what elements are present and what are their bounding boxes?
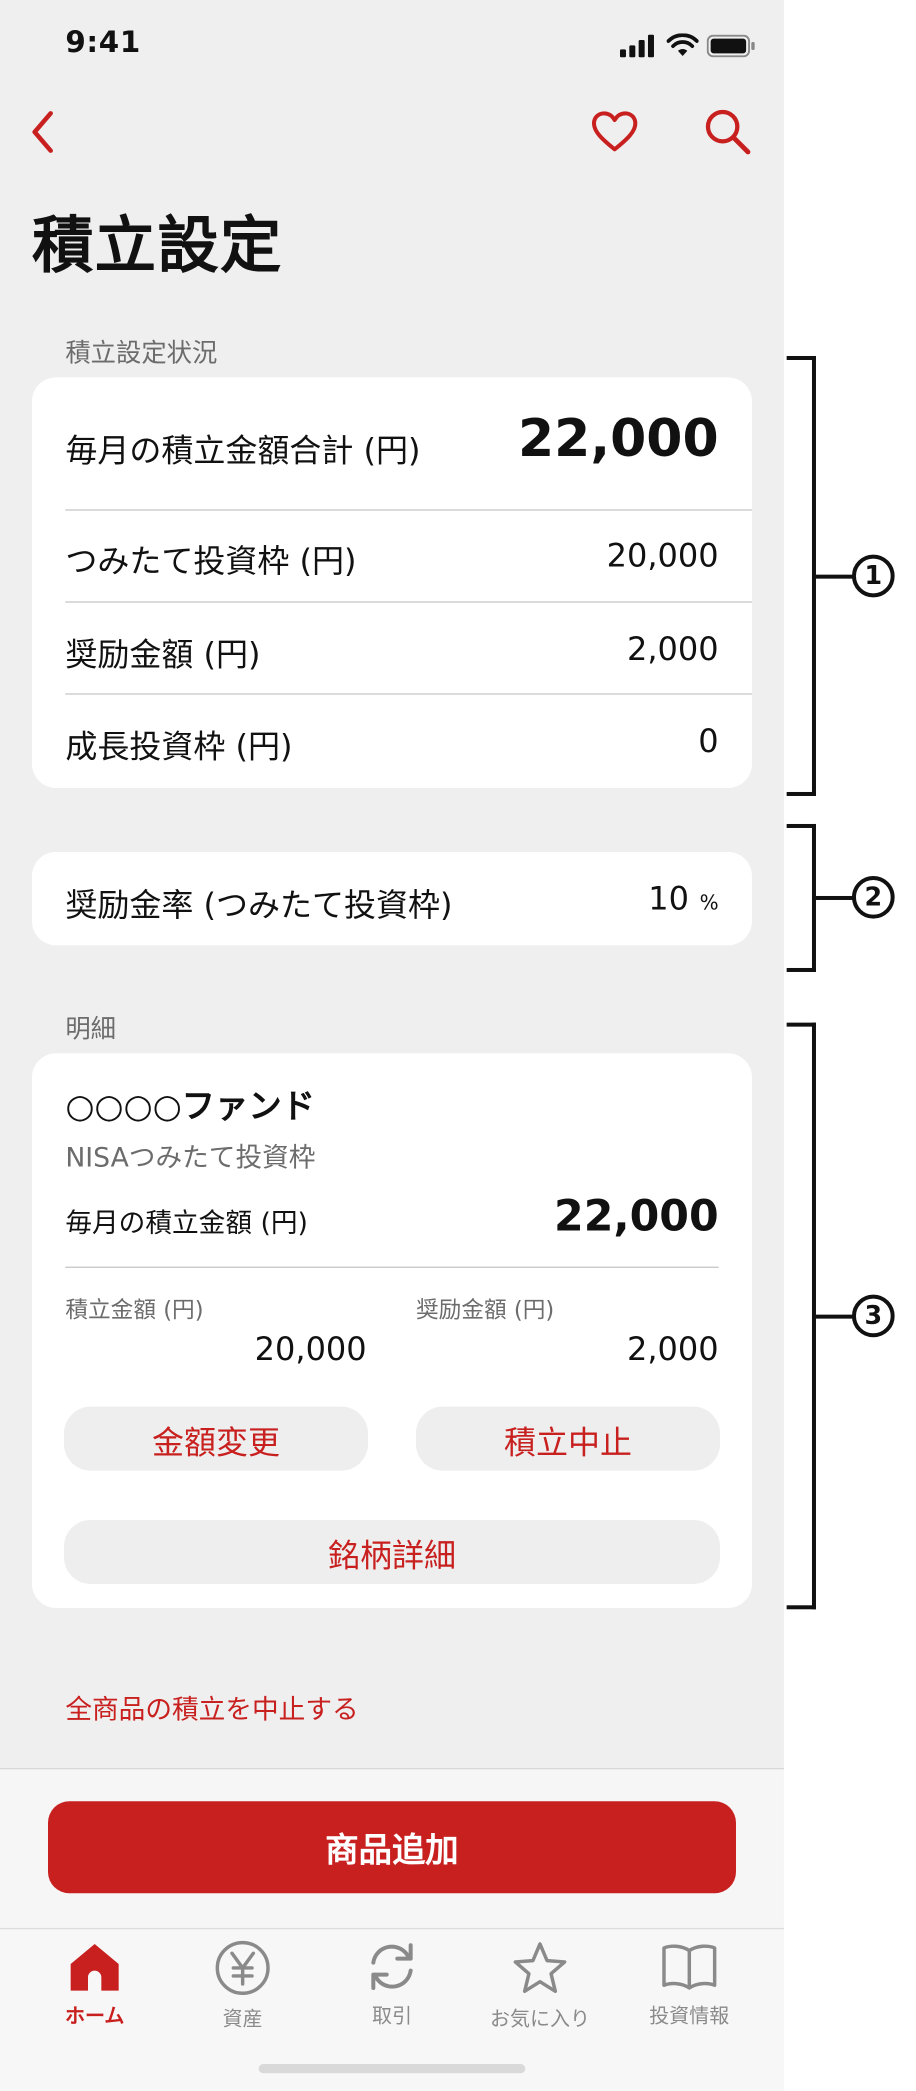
chevron-left-icon <box>32 111 53 153</box>
add-product-button[interactable]: 商品追加 <box>47 1801 736 1894</box>
tab-label: ホーム <box>64 2003 125 2028</box>
summary-row-label: つみたて投資枠 (円) <box>65 542 357 580</box>
search-icon <box>705 109 751 155</box>
incentive-rate: 10 % <box>648 880 718 917</box>
tab-trade[interactable]: 取引 <box>313 1940 470 2029</box>
summary-card: 毎月の積立金額合計 (円) 22,000 つみたて投資枠 (円) 20,000 … <box>31 377 752 788</box>
fund-card: ○○○○ファンド NISAつみたて投資枠 毎月の積立金額 (円) 22,000 … <box>31 1053 752 1608</box>
monthly-amount-value: 22,000 <box>554 1190 719 1242</box>
home-icon <box>70 1943 119 1991</box>
incentive-rate-label: 奨励金率 (つみたて投資枠) <box>65 886 453 924</box>
summary-row-label: 成長投資枠 (円) <box>65 727 293 766</box>
incentive-rate-unit: % <box>699 890 719 915</box>
search-button[interactable] <box>699 103 758 162</box>
tab-favorites[interactable]: お気に入り <box>461 1940 618 2032</box>
home-indicator <box>258 2063 526 2074</box>
tab-investment-info[interactable]: 投資情報 <box>611 1940 768 2029</box>
growth-value: 0 <box>698 722 719 760</box>
accumulation-amount-value: 20,000 <box>254 1330 367 1368</box>
stop-accumulation-button[interactable]: 積立中止 <box>415 1406 720 1471</box>
fund-name: ○○○○ファンド <box>65 1086 316 1126</box>
fund-type: NISAつみたて投資枠 <box>65 1141 316 1174</box>
tab-label: 投資情報 <box>649 2003 730 2028</box>
bracket-line <box>786 791 816 796</box>
incentive-rate-value: 10 <box>648 879 689 918</box>
incentive-value: 2,000 <box>627 630 719 668</box>
tab-label: 取引 <box>371 2003 412 2028</box>
page-title: 積立設定 <box>31 209 283 282</box>
monthly-amount-label: 毎月の積立金額 (円) <box>65 1206 308 1239</box>
battery-icon <box>706 34 755 58</box>
detail-section-label: 明細 <box>65 1014 117 1044</box>
summary-row-label: 毎月の積立金額合計 (円) <box>65 431 421 470</box>
incentive-amount-label: 奨励金額 (円) <box>415 1297 555 1324</box>
refresh-icon <box>371 1943 413 1990</box>
bracket-line <box>815 895 854 900</box>
star-icon <box>513 1942 567 1994</box>
back-button[interactable] <box>13 103 72 162</box>
cellular-signal-icon <box>619 34 654 58</box>
bracket-line <box>786 1605 816 1610</box>
bracket-line <box>786 967 816 972</box>
heart-icon <box>591 111 638 152</box>
tab-home[interactable]: ホーム <box>16 1940 173 2029</box>
annotation-area <box>783 0 914 2091</box>
annotation-callout: 2 <box>851 875 895 919</box>
status-time: 9:41 <box>65 26 141 60</box>
favorite-button[interactable] <box>585 103 644 162</box>
yen-icon <box>215 1940 270 1996</box>
accumulation-amount-label: 積立金額 (円) <box>65 1297 204 1324</box>
divider <box>65 1266 719 1268</box>
tab-label: お気に入り <box>489 2006 590 2031</box>
tsumitate-value: 20,000 <box>606 537 719 575</box>
stop-all-link[interactable]: 全商品の積立を中止する <box>65 1688 358 1727</box>
tab-assets[interactable]: 資産 <box>164 1940 321 2032</box>
tab-label: 資産 <box>222 2006 263 2031</box>
bracket-line <box>815 1314 854 1319</box>
divider <box>65 509 752 511</box>
total-monthly-value: 22,000 <box>517 409 719 470</box>
change-amount-button[interactable]: 金額変更 <box>63 1406 368 1471</box>
summary-section-label: 積立設定状況 <box>65 338 218 368</box>
book-icon <box>662 1944 717 1990</box>
fund-details-button[interactable]: 銘柄詳細 <box>63 1519 720 1584</box>
divider <box>65 693 752 695</box>
wifi-icon <box>666 33 699 56</box>
phone-screen: 9:41 積立設定 積立設定状況 毎月の積立金額合計 (円) 22,000 つみ… <box>0 0 784 2091</box>
annotation-callout: 1 <box>851 554 895 598</box>
divider <box>65 601 752 603</box>
annotation-callout: 3 <box>851 1294 895 1338</box>
incentive-amount-value: 2,000 <box>627 1330 719 1368</box>
bracket-line <box>815 574 854 579</box>
summary-row-label: 奨励金額 (円) <box>65 635 261 674</box>
incentive-rate-card: 奨励金率 (つみたて投資枠) 10 % <box>31 851 752 946</box>
